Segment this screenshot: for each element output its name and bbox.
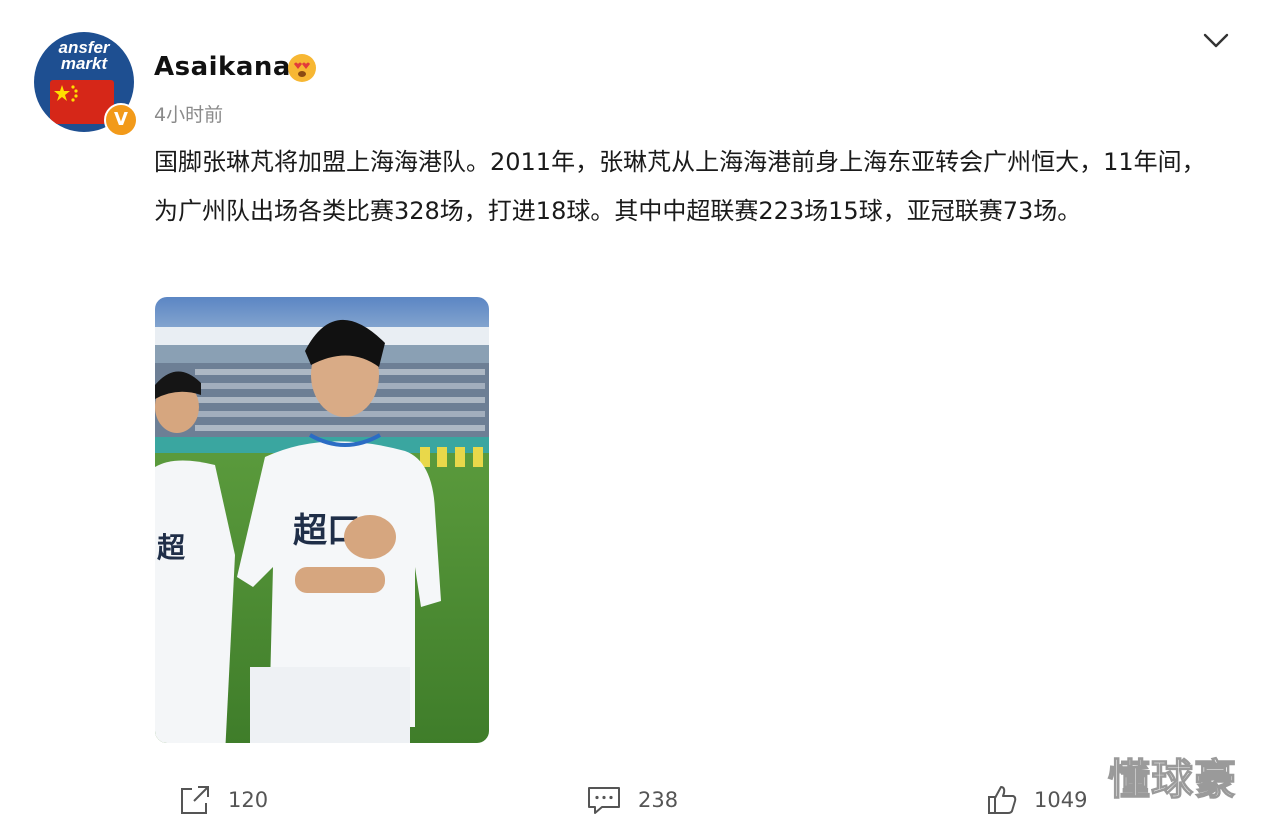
post-image[interactable]: 超 超口 [155, 297, 489, 743]
share-icon [181, 786, 209, 814]
heart-eyes-emoji-icon [288, 54, 316, 82]
comment-button[interactable]: 238 [586, 784, 678, 816]
avatar-logo-line2: markt [60, 54, 108, 73]
post-text: 国脚张琳芃将加盟上海海港队。2011年，张琳芃从上海海港前身上海东亚转会广州恒大… [154, 148, 1206, 225]
post-timestamp: 4小时前 [154, 104, 224, 126]
like-button[interactable]: 1049 [986, 784, 1087, 816]
verified-badge-icon: V [104, 103, 138, 137]
like-count: 1049 [1034, 788, 1088, 812]
username[interactable]: Asaikana [154, 52, 291, 82]
watermark: 懂球豪 [1107, 754, 1238, 804]
comment-count: 238 [638, 788, 679, 812]
share-count: 120 [228, 788, 269, 812]
chevron-down-icon[interactable] [1202, 28, 1230, 52]
thumbs-up-icon [988, 786, 1017, 814]
share-button[interactable]: 120 [178, 784, 268, 816]
comment-icon [588, 787, 620, 814]
svg-text:超: 超 [157, 531, 186, 564]
